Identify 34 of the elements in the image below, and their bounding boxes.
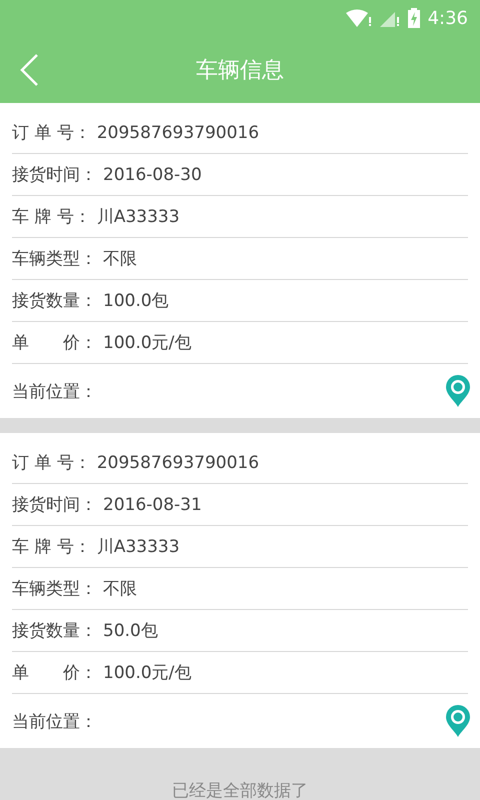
field-label: 单 价： <box>12 332 97 354</box>
field-label: 车 牌 号： <box>12 536 91 558</box>
location-pin-icon[interactable] <box>446 375 470 407</box>
field-value: 川A33333 <box>96 206 180 228</box>
wifi-icon <box>346 9 372 27</box>
field-value: 50.0包 <box>103 620 158 642</box>
field-label: 当前位置： <box>12 710 97 732</box>
field-value: 100.0元/包 <box>103 332 192 354</box>
field-label: 订 单 号： <box>12 122 91 144</box>
field-value: 100.0元/包 <box>103 662 192 684</box>
field-value: 2016-08-30 <box>103 164 202 184</box>
field-label: 接货数量： <box>12 290 97 312</box>
field-label: 车辆类型： <box>12 578 97 600</box>
end-of-list-text: 已经是全部数据了 <box>172 780 308 800</box>
location-pin-icon[interactable] <box>446 705 470 737</box>
field-value: 川A33333 <box>96 536 180 558</box>
field-label: 接货时间： <box>12 494 97 516</box>
field-value: 209587693790016 <box>96 122 260 142</box>
field-value: 209587693790016 <box>96 452 260 472</box>
field-value: 不限 <box>103 578 137 600</box>
field-value: 2016-08-31 <box>103 494 202 514</box>
back-icon[interactable] <box>18 52 40 86</box>
field-label: 车辆类型： <box>12 248 97 270</box>
field-label: 接货时间： <box>12 164 97 186</box>
page-title: 车辆信息 <box>196 58 284 82</box>
battery-icon <box>408 8 420 28</box>
field-label: 单 价： <box>12 662 97 684</box>
field-label: 接货数量： <box>12 620 97 642</box>
field-label: 订 单 号： <box>12 452 91 474</box>
field-label: 车 牌 号： <box>12 206 91 228</box>
field-label: 当前位置： <box>12 380 97 402</box>
field-value: 不限 <box>103 248 137 270</box>
field-value: 100.0包 <box>103 290 169 312</box>
status-time: 4:36 <box>428 8 468 28</box>
